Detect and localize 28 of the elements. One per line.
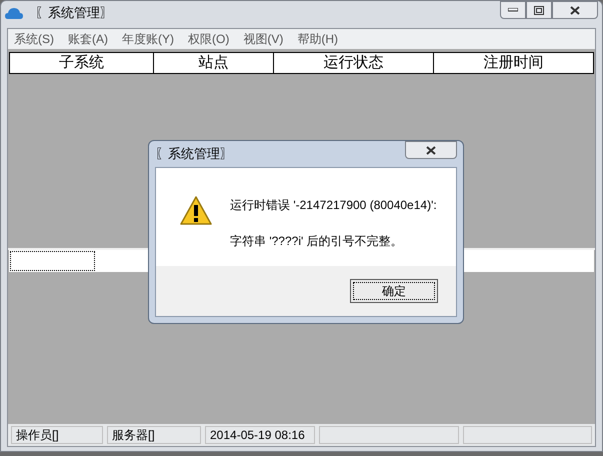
maximize-button[interactable] (526, 1, 552, 19)
close-icon (570, 6, 580, 14)
app-cloud-icon (5, 5, 23, 21)
status-panel: 2014-05-19 08:16 (205, 426, 315, 444)
menu-item[interactable]: 系统(S) (14, 30, 54, 48)
column-header[interactable]: 运行状态 (274, 53, 434, 73)
error-message: 字符串 '????i' 后的引号不完整。 (230, 233, 404, 250)
menu-item[interactable]: 账套(A) (68, 30, 108, 48)
status-panel: 服务器[] (107, 426, 201, 444)
minimize-button[interactable] (500, 1, 526, 19)
ok-button[interactable]: 确定 (350, 279, 438, 303)
error-message: 运行时错误 '-2147217900 (80040e14)': (230, 197, 437, 214)
warning-icon (180, 196, 212, 226)
column-header[interactable]: 注册时间 (434, 53, 593, 73)
window-title: 〖系统管理〗 (35, 4, 113, 22)
maximize-icon (534, 6, 544, 14)
close-button[interactable] (552, 1, 598, 19)
status-panel: 操作员[] (11, 426, 103, 444)
close-button[interactable] (405, 141, 457, 159)
menu-item[interactable]: 视图(V) (243, 30, 284, 48)
column-header[interactable]: 站点 (154, 53, 274, 73)
menu-item[interactable]: 年度账(Y) (122, 30, 174, 48)
minimize-icon (508, 8, 518, 12)
close-icon (426, 146, 436, 154)
menu-item[interactable]: 帮助(H) (297, 30, 338, 48)
menu-item[interactable]: 权限(O) (188, 30, 230, 48)
column-header[interactable]: 子系统 (10, 53, 154, 73)
dialog-title: 〖系统管理〗 (155, 145, 233, 164)
